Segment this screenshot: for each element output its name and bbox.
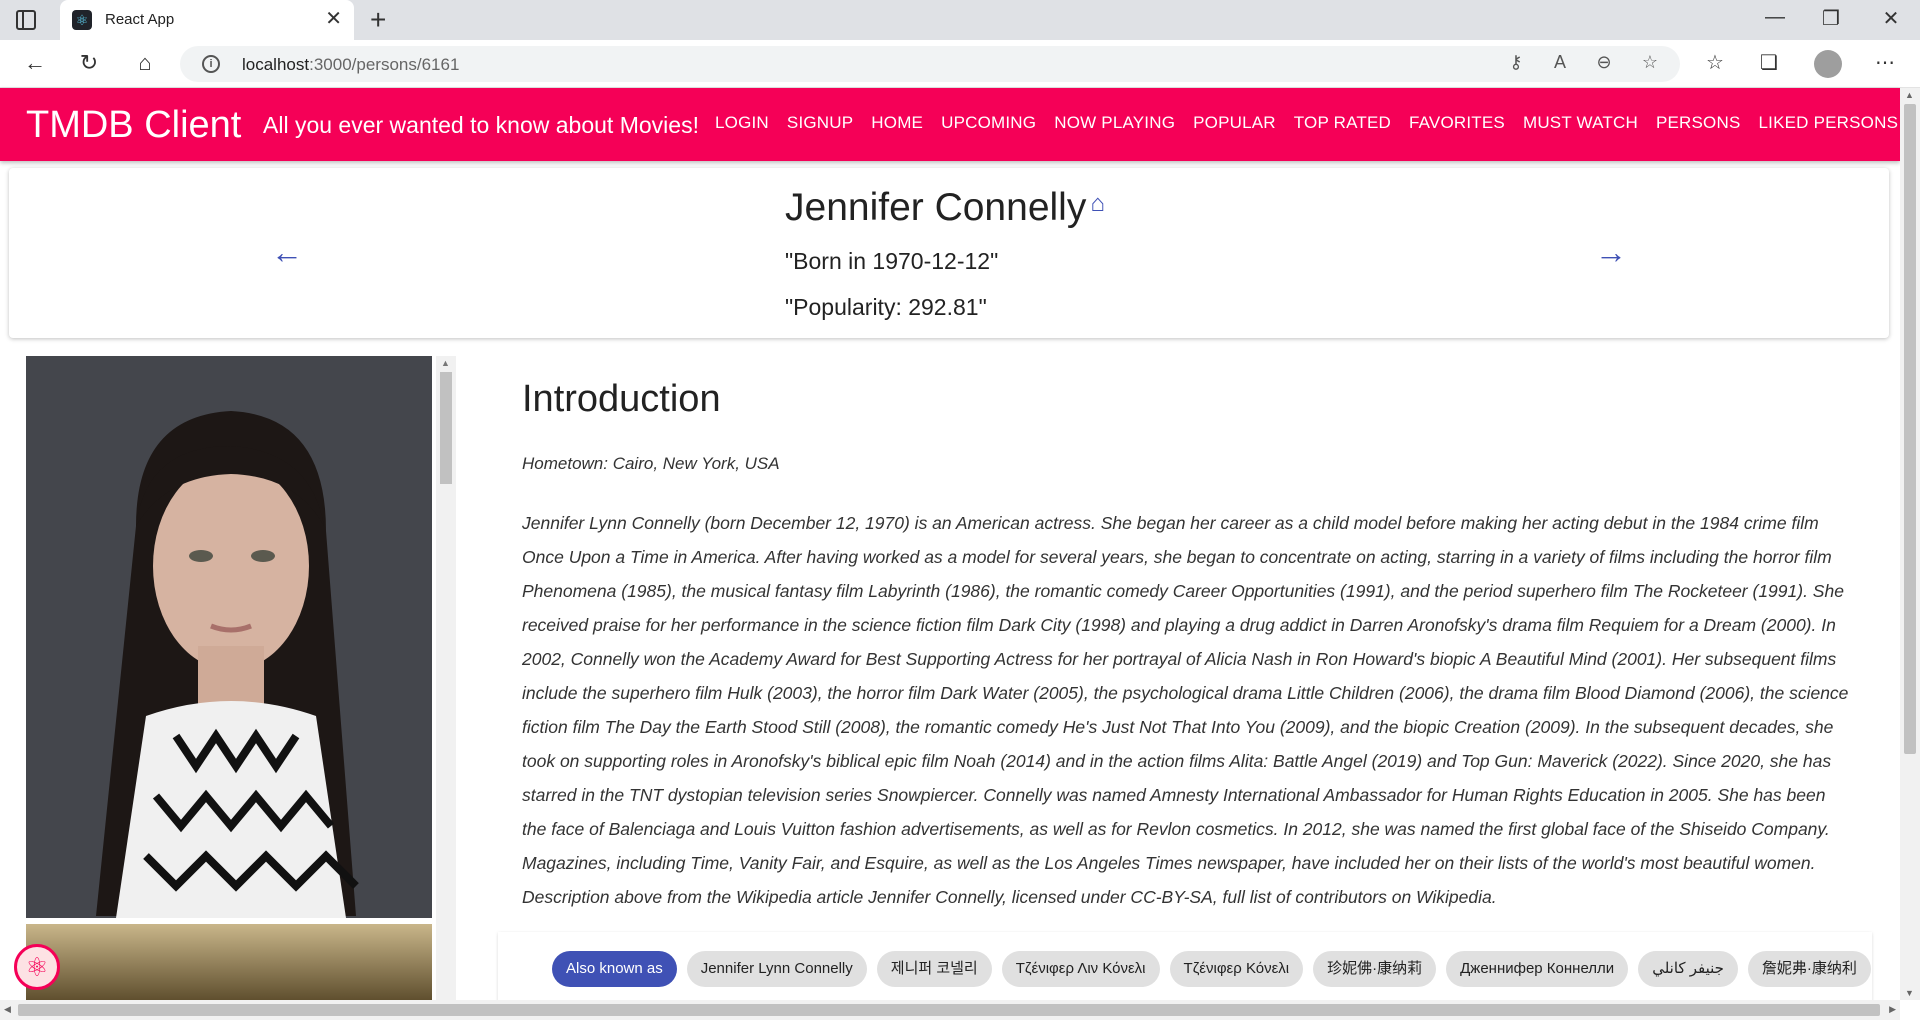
app-bar: TMDB Client All you ever wanted to know …: [0, 88, 1900, 161]
nav-persons[interactable]: Persons: [1656, 113, 1741, 133]
nav-upcoming[interactable]: Upcoming: [941, 113, 1036, 133]
browser-tab-bar: ⚛ React App ✕ + — ❐ ✕: [0, 0, 1920, 40]
page-horizontal-scrollbar[interactable]: ◀ ▶: [0, 1000, 1900, 1020]
previous-arrow-icon[interactable]: ←: [267, 234, 307, 271]
tab-actions-icon[interactable]: [16, 10, 36, 30]
aka-chip[interactable]: 제니퍼 코넬리: [876, 951, 992, 987]
react-devtools-icon[interactable]: ⚛: [14, 944, 60, 990]
zoom-out-icon[interactable]: ⊖: [1590, 52, 1618, 73]
aka-chip[interactable]: Τζένιφερ Λιν Κόνελι: [1001, 951, 1160, 987]
scroll-up-icon[interactable]: ▲: [441, 358, 450, 368]
scroll-right-icon[interactable]: ▶: [1889, 1004, 1896, 1015]
image-list-scrollbar[interactable]: ▲: [436, 356, 456, 1000]
add-favorite-icon[interactable]: ☆: [1636, 52, 1664, 73]
profile-avatar[interactable]: [1814, 50, 1842, 78]
nav-home[interactable]: Home: [871, 113, 923, 133]
scroll-left-icon[interactable]: ◀: [4, 1004, 11, 1015]
favorites-icon[interactable]: ☆: [1700, 50, 1730, 75]
aka-chip[interactable]: Дженнифер Коннелли: [1446, 951, 1629, 987]
react-favicon-icon: ⚛: [72, 10, 92, 30]
new-tab-icon[interactable]: +: [370, 4, 386, 36]
person-name: Jennifer Connelly ⌂: [785, 186, 1105, 229]
nav-signup[interactable]: Signup: [787, 113, 853, 133]
main-nav: Login Signup Home Upcoming Now Playing P…: [715, 113, 1916, 133]
home-icon[interactable]: ⌂: [1090, 190, 1105, 218]
aka-chip[interactable]: Τζένιφερ Κόνελι: [1169, 951, 1304, 987]
scroll-thumb[interactable]: [1904, 104, 1916, 754]
scroll-up-icon[interactable]: ▲: [1905, 90, 1914, 100]
popularity: "Popularity: 292.81": [785, 294, 987, 320]
aka-label-chip: Also known as: [552, 951, 677, 987]
site-info-icon[interactable]: i: [202, 55, 220, 73]
nav-favorites[interactable]: Favorites: [1409, 113, 1505, 133]
person-header: ← Jennifer Connelly ⌂ "Born in 1970-12-12…: [9, 168, 1889, 338]
biography: Jennifer Lynn Connelly (born December 12…: [522, 513, 1849, 907]
key-icon[interactable]: ⚷: [1502, 52, 1530, 73]
scroll-down-icon[interactable]: ▼: [1905, 988, 1914, 998]
url-text[interactable]: localhost:3000/persons/6161: [242, 55, 459, 75]
close-window-icon[interactable]: ✕: [1868, 6, 1914, 31]
restore-icon[interactable]: ❐: [1808, 6, 1854, 31]
person-photo-2: [26, 924, 432, 1000]
home-browser-icon[interactable]: ⌂: [130, 50, 160, 76]
person-photo: [26, 356, 432, 918]
birth-date: "Born in 1970-12-12": [785, 248, 999, 274]
nav-top-rated[interactable]: Top Rated: [1294, 113, 1391, 133]
address-toolbar: ← ↻ ⌂ i localhost:3000/persons/6161 ⚷ A …: [0, 40, 1920, 88]
address-bar[interactable]: i localhost:3000/persons/6161 ⚷ A ⊖ ☆: [180, 46, 1680, 82]
scroll-thumb[interactable]: [440, 372, 452, 484]
scroll-thumb[interactable]: [18, 1004, 1880, 1016]
aka-chip[interactable]: جنيفر كانلي: [1638, 951, 1738, 987]
more-menu-icon[interactable]: ⋯: [1870, 50, 1900, 75]
app-tagline: All you ever wanted to know about Movies…: [263, 112, 699, 138]
introduction-heading: Introduction: [522, 378, 721, 420]
aka-chip[interactable]: 珍妮佛·康纳莉: [1313, 951, 1437, 987]
close-tab-icon[interactable]: ✕: [325, 8, 342, 30]
read-aloud-icon[interactable]: A: [1546, 52, 1574, 73]
nav-liked-persons[interactable]: Liked Persons: [1759, 113, 1899, 133]
collections-icon[interactable]: ❏: [1754, 50, 1784, 75]
nav-popular[interactable]: Popular: [1193, 113, 1276, 133]
next-arrow-icon[interactable]: →: [1591, 234, 1631, 271]
hometown: Hometown: Cairo, New York, USA: [522, 454, 780, 473]
back-icon[interactable]: ←: [20, 50, 50, 76]
minimize-icon[interactable]: —: [1752, 6, 1798, 29]
person-image-list[interactable]: [26, 356, 432, 1000]
nav-must-watch[interactable]: Must Watch: [1523, 113, 1638, 133]
portrait-image: [26, 356, 432, 918]
nav-login[interactable]: Login: [715, 113, 769, 133]
aka-chip[interactable]: 詹妮弗·康纳利: [1747, 951, 1871, 987]
tab-title: React App: [105, 11, 175, 28]
page-vertical-scrollbar[interactable]: ▲ ▼: [1900, 88, 1920, 1000]
nav-now-playing[interactable]: Now Playing: [1054, 113, 1175, 133]
aka-chip-list: Also known as Jennifer Lynn Connelly 제니퍼…: [552, 951, 1871, 987]
reload-icon[interactable]: ↻: [74, 50, 104, 76]
aka-chip[interactable]: Jennifer Lynn Connelly: [686, 951, 867, 987]
app-title: TMDB Client: [26, 104, 242, 146]
browser-tab[interactable]: ⚛ React App ✕: [60, 0, 354, 40]
